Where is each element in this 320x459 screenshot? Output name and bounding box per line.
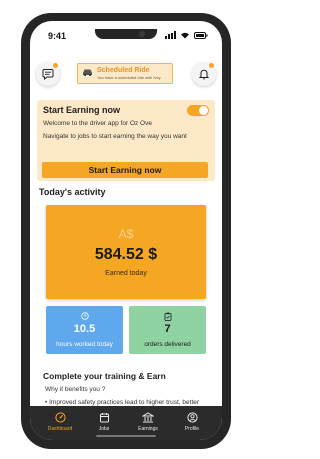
tab-jobs[interactable]: Jobs (86, 412, 122, 432)
orders-card[interactable]: 7 orders delivered (129, 306, 206, 354)
clock-icon (46, 312, 123, 322)
earned-label: Earned today (105, 270, 147, 277)
tab-label-dashboard: Dashboard (47, 426, 73, 432)
toggle-knob (199, 106, 208, 115)
status-time: 9:41 (48, 31, 67, 41)
start-earning-button[interactable]: Start Earning now (42, 162, 208, 178)
chat-icon (42, 69, 54, 80)
notifications-button[interactable] (192, 62, 216, 86)
tab-dashboard[interactable]: Dashboard (42, 412, 78, 432)
welcome-text: Welcome to the driver app for Oz Ove (43, 120, 152, 127)
tab-label-profile: Profile (184, 426, 200, 432)
dashboard-icon (42, 412, 78, 424)
battery-icon (194, 31, 208, 39)
wifi-icon (181, 32, 189, 39)
bell-icon (198, 69, 210, 80)
clipboard-icon (129, 312, 206, 323)
jobs-icon (86, 412, 122, 424)
app-header: Scheduled Ride You have a scheduled ride… (30, 58, 222, 96)
bottom-tab-bar: Dashboard Jobs Earnings Profile (30, 406, 222, 440)
online-toggle[interactable] (187, 105, 209, 116)
home-indicator (96, 435, 156, 437)
scheduled-ride-subtitle: You have a scheduled ride with Ivey (97, 75, 161, 80)
instruction-text: Navigate to jobs to start earning the wa… (43, 133, 187, 141)
earnings-icon (130, 412, 166, 424)
currency-symbol: A$ (118, 227, 134, 241)
earned-amount: 584.52 $ (94, 246, 158, 263)
status-icons (165, 31, 208, 39)
hours-value: 10.5 (73, 323, 96, 335)
camera-notch (95, 29, 157, 39)
messages-button[interactable] (36, 62, 60, 86)
training-title: Complete your training & Earn (43, 371, 166, 381)
orders-label: orders delivered (144, 341, 191, 348)
camera-icon (139, 31, 145, 37)
tab-earnings[interactable]: Earnings (130, 412, 166, 432)
scheduled-ride-title: Scheduled Ride (97, 67, 150, 74)
tab-profile[interactable]: Profile (174, 412, 210, 432)
orders-value: 7 (164, 323, 171, 335)
phone-frame: 9:41 Scheduled Ride You have a scheduled… (21, 13, 231, 449)
hours-card[interactable]: 10.5 hours worked today (46, 306, 123, 354)
app-screen: 9:41 Scheduled Ride You have a scheduled… (30, 21, 222, 440)
profile-icon (174, 412, 210, 424)
car-icon (82, 68, 94, 79)
tab-label-earnings: Earnings (138, 426, 158, 432)
training-question: Why it benefits you ? (45, 386, 106, 393)
start-earning-card: Start Earning now Welcome to the driver … (37, 100, 215, 181)
scheduled-ride-texts: Scheduled Ride You have a scheduled ride… (97, 67, 161, 80)
signal-icon (165, 31, 176, 39)
unread-dot (53, 63, 58, 68)
start-earning-title: Start Earning now (43, 105, 121, 115)
scheduled-ride-banner[interactable]: Scheduled Ride You have a scheduled ride… (77, 63, 173, 84)
activity-section-title: Today's activity (39, 187, 106, 197)
notification-dot (209, 63, 214, 68)
tab-label-jobs: Jobs (98, 426, 110, 432)
earnings-card[interactable]: A$ 584.52 $ Earned today (46, 205, 206, 299)
hours-label: hours worked today (56, 341, 113, 348)
